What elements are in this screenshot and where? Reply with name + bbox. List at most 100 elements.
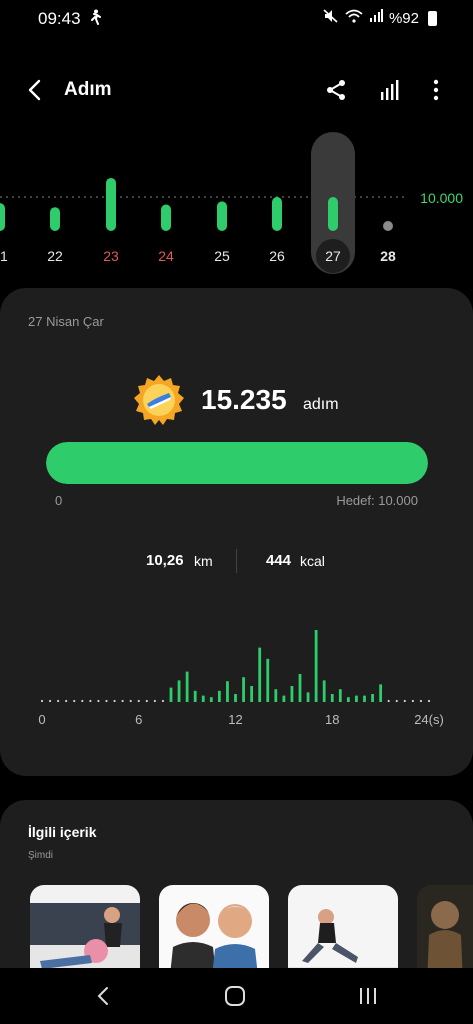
chart-tick-label: 21 xyxy=(0,248,8,264)
chart-bar xyxy=(106,177,116,231)
distance-value: 10,26 xyxy=(146,552,184,569)
chart-baseline-dot xyxy=(419,699,423,703)
more-icon[interactable] xyxy=(422,76,450,104)
chart-bar xyxy=(322,680,326,702)
chart-bar xyxy=(338,689,342,702)
battery-icon xyxy=(428,10,437,26)
back-icon[interactable] xyxy=(22,76,50,104)
chart-bar xyxy=(379,684,383,702)
weekly-steps-chart[interactable]: 21 22 23 24 25 26 27 28 10.000 xyxy=(0,130,473,280)
chart-tick-label: 23 xyxy=(103,248,119,264)
chart-bar xyxy=(290,686,294,702)
chart-bar xyxy=(266,658,270,702)
chart-bar xyxy=(371,694,374,702)
chart-bar xyxy=(209,697,213,702)
chart-baseline-dot xyxy=(97,699,100,703)
chart-bar xyxy=(161,204,171,231)
chart-tick-label: 0 xyxy=(38,712,45,727)
mute-icon xyxy=(323,9,339,27)
weekly-chart-svg: 21 22 23 24 25 26 27 28 xyxy=(0,132,405,274)
chart-baseline-dot xyxy=(40,699,44,703)
chart-baseline-dot xyxy=(89,699,92,703)
chart-baseline-dot xyxy=(403,699,406,703)
chart-bar xyxy=(274,689,278,702)
chart-baseline-dot xyxy=(73,699,76,703)
chart-bar xyxy=(272,197,282,231)
chart-bar xyxy=(217,201,227,231)
goal-progress-fill xyxy=(46,442,428,484)
distance-unit: km xyxy=(194,553,213,569)
chart-empty-dot xyxy=(383,221,393,231)
date-label: 27 Nisan Çar xyxy=(28,314,104,329)
app-bar: Adım xyxy=(0,70,473,112)
chart-bar xyxy=(50,207,60,231)
chart-tick-label: 22 xyxy=(47,248,63,264)
chart-baseline-dot xyxy=(145,699,148,703)
status-icons: %92 xyxy=(323,9,437,27)
stat-divider xyxy=(236,549,237,573)
chart-baseline-dot xyxy=(65,699,68,703)
chart-bar xyxy=(193,690,197,702)
chart-bar xyxy=(298,674,302,702)
chart-bar xyxy=(282,695,286,702)
chart-bar xyxy=(234,694,237,702)
calories-value: 444 xyxy=(266,552,292,569)
chart-baseline-dot xyxy=(161,699,165,703)
chart-bar xyxy=(355,695,358,702)
stats-icon[interactable] xyxy=(376,76,404,104)
chart-bar xyxy=(328,197,338,231)
calories-unit: kcal xyxy=(300,553,325,569)
hourly-steps-chart[interactable]: 0 6 12 18 24(s) xyxy=(0,618,473,748)
chart-bar xyxy=(226,681,229,702)
chart-bar xyxy=(177,680,181,702)
chart-bar xyxy=(330,694,334,702)
page-title: Adım xyxy=(64,79,112,100)
hourly-chart-svg: 0 6 12 18 24(s) xyxy=(38,630,444,727)
chart-bar xyxy=(185,671,189,702)
progress-goal-label: Hedef: 10.000 xyxy=(336,493,418,508)
chart-bar xyxy=(217,690,221,702)
chart-tick-label: 25 xyxy=(214,248,230,264)
chart-tick-label: 12 xyxy=(228,712,242,727)
chart-bar xyxy=(169,687,173,702)
status-time: 09:43 xyxy=(38,9,81,28)
chart-baseline-dot xyxy=(81,699,84,703)
wifi-icon xyxy=(345,9,363,27)
goal-line-label: 10.000 xyxy=(420,190,463,206)
chart-bar xyxy=(314,630,318,702)
related-subtitle: Şimdi xyxy=(28,850,54,861)
chart-baseline-dot xyxy=(411,699,414,703)
share-icon[interactable] xyxy=(322,76,350,104)
nav-home-icon[interactable] xyxy=(223,984,247,1008)
chart-baseline-dot xyxy=(105,699,108,703)
chart-baseline-dot xyxy=(137,699,140,703)
chart-baseline-dot xyxy=(129,699,132,703)
chart-tick-label: 6 xyxy=(135,712,142,727)
chart-tick-label: 24(s) xyxy=(414,712,444,727)
steps-value: 15.235 xyxy=(201,384,287,415)
battery-label: %92 xyxy=(388,9,419,27)
chart-baseline-dot xyxy=(427,699,431,703)
goal-achieved-badge-icon xyxy=(133,374,185,426)
walk-icon xyxy=(88,9,102,29)
chart-bar xyxy=(201,695,205,702)
system-nav-bar xyxy=(0,968,473,1024)
daily-summary-card: 27 Nisan Çar 15.235 adım 0 Hedef: 10.000… xyxy=(0,288,473,776)
chart-bar xyxy=(242,677,245,702)
chart-baseline-dot xyxy=(395,699,398,703)
steps-unit: adım xyxy=(303,396,339,413)
chart-bar xyxy=(346,697,350,702)
chart-bar xyxy=(258,647,262,702)
nav-back-icon[interactable] xyxy=(92,984,116,1008)
progress-min-label: 0 xyxy=(55,493,63,508)
nav-recent-apps-icon[interactable] xyxy=(356,984,380,1008)
related-title: İlgili içerik xyxy=(28,824,97,840)
chart-tick-label: 27 xyxy=(325,248,341,264)
chart-tick-label: 26 xyxy=(269,248,285,264)
chart-baseline-dot xyxy=(57,699,60,703)
chart-baseline-dot xyxy=(48,699,52,703)
status-bar: 09:43 %92 xyxy=(0,0,473,36)
chart-baseline-dot xyxy=(387,699,390,703)
chart-baseline-dot xyxy=(113,699,116,703)
chart-bar xyxy=(306,692,310,702)
